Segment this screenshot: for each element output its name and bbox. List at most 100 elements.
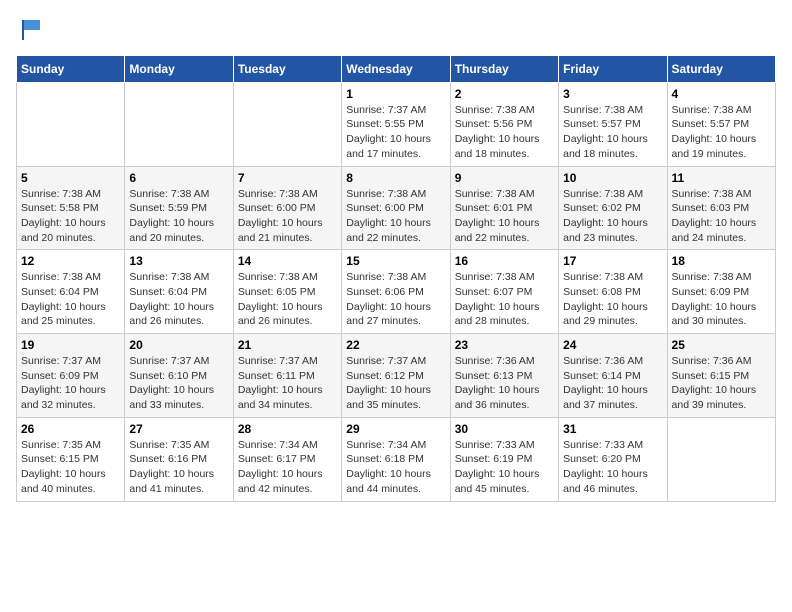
day-number: 7 <box>238 171 337 185</box>
day-number: 28 <box>238 422 337 436</box>
day-info: Sunrise: 7:38 AM Sunset: 5:57 PM Dayligh… <box>672 103 771 162</box>
calendar-cell: 22 Sunrise: 7:37 AM Sunset: 6:12 PM Dayli… <box>342 334 450 418</box>
weekday-header-tuesday: Tuesday <box>233 55 341 82</box>
calendar-cell: 16 Sunrise: 7:38 AM Sunset: 6:07 PM Dayli… <box>450 250 558 334</box>
calendar-cell: 18 Sunrise: 7:38 AM Sunset: 6:09 PM Dayli… <box>667 250 775 334</box>
day-number: 2 <box>455 87 554 101</box>
calendar-cell: 20 Sunrise: 7:37 AM Sunset: 6:10 PM Dayli… <box>125 334 233 418</box>
day-number: 22 <box>346 338 445 352</box>
day-number: 15 <box>346 254 445 268</box>
day-info: Sunrise: 7:38 AM Sunset: 5:57 PM Dayligh… <box>563 103 662 162</box>
day-number: 26 <box>21 422 120 436</box>
calendar-cell: 1 Sunrise: 7:37 AM Sunset: 5:55 PM Daylig… <box>342 82 450 166</box>
calendar-cell: 24 Sunrise: 7:36 AM Sunset: 6:14 PM Dayli… <box>559 334 667 418</box>
weekday-header-wednesday: Wednesday <box>342 55 450 82</box>
day-info: Sunrise: 7:36 AM Sunset: 6:15 PM Dayligh… <box>672 354 771 413</box>
weekday-header-thursday: Thursday <box>450 55 558 82</box>
day-info: Sunrise: 7:33 AM Sunset: 6:19 PM Dayligh… <box>455 438 554 497</box>
day-info: Sunrise: 7:36 AM Sunset: 6:14 PM Dayligh… <box>563 354 662 413</box>
day-info: Sunrise: 7:38 AM Sunset: 5:56 PM Dayligh… <box>455 103 554 162</box>
day-info: Sunrise: 7:34 AM Sunset: 6:17 PM Dayligh… <box>238 438 337 497</box>
calendar-cell: 9 Sunrise: 7:38 AM Sunset: 6:01 PM Daylig… <box>450 166 558 250</box>
day-number: 9 <box>455 171 554 185</box>
day-number: 24 <box>563 338 662 352</box>
day-info: Sunrise: 7:38 AM Sunset: 6:04 PM Dayligh… <box>21 270 120 329</box>
day-number: 30 <box>455 422 554 436</box>
logo-flag-icon <box>18 16 46 44</box>
calendar-cell: 25 Sunrise: 7:36 AM Sunset: 6:15 PM Dayli… <box>667 334 775 418</box>
day-info: Sunrise: 7:38 AM Sunset: 5:59 PM Dayligh… <box>129 187 228 246</box>
weekday-header-friday: Friday <box>559 55 667 82</box>
day-info: Sunrise: 7:37 AM Sunset: 6:09 PM Dayligh… <box>21 354 120 413</box>
day-info: Sunrise: 7:38 AM Sunset: 6:01 PM Dayligh… <box>455 187 554 246</box>
day-info: Sunrise: 7:38 AM Sunset: 6:07 PM Dayligh… <box>455 270 554 329</box>
day-number: 3 <box>563 87 662 101</box>
day-info: Sunrise: 7:38 AM Sunset: 5:58 PM Dayligh… <box>21 187 120 246</box>
calendar-cell <box>233 82 341 166</box>
day-number: 31 <box>563 422 662 436</box>
day-number: 23 <box>455 338 554 352</box>
day-number: 12 <box>21 254 120 268</box>
calendar-week-row: 12 Sunrise: 7:38 AM Sunset: 6:04 PM Dayli… <box>17 250 776 334</box>
day-number: 27 <box>129 422 228 436</box>
calendar-table: SundayMondayTuesdayWednesdayThursdayFrid… <box>16 55 776 502</box>
day-info: Sunrise: 7:37 AM Sunset: 6:12 PM Dayligh… <box>346 354 445 413</box>
calendar-cell: 2 Sunrise: 7:38 AM Sunset: 5:56 PM Daylig… <box>450 82 558 166</box>
calendar-cell: 14Sunrise: 7:38 AM Sunset: 6:05 PM Dayli… <box>233 250 341 334</box>
calendar-week-row: 26Sunrise: 7:35 AM Sunset: 6:15 PM Dayli… <box>17 417 776 501</box>
calendar-cell: 15Sunrise: 7:38 AM Sunset: 6:06 PM Dayli… <box>342 250 450 334</box>
calendar-cell: 12 Sunrise: 7:38 AM Sunset: 6:04 PM Dayli… <box>17 250 125 334</box>
logo <box>16 16 44 45</box>
day-info: Sunrise: 7:37 AM Sunset: 6:11 PM Dayligh… <box>238 354 337 413</box>
calendar-cell: 23 Sunrise: 7:36 AM Sunset: 6:13 PM Dayli… <box>450 334 558 418</box>
calendar-cell: 6 Sunrise: 7:38 AM Sunset: 5:59 PM Daylig… <box>125 166 233 250</box>
weekday-header-saturday: Saturday <box>667 55 775 82</box>
calendar-cell: 5Sunrise: 7:38 AM Sunset: 5:58 PM Daylig… <box>17 166 125 250</box>
day-number: 19 <box>21 338 120 352</box>
day-number: 20 <box>129 338 228 352</box>
day-info: Sunrise: 7:36 AM Sunset: 6:13 PM Dayligh… <box>455 354 554 413</box>
day-info: Sunrise: 7:38 AM Sunset: 6:00 PM Dayligh… <box>346 187 445 246</box>
day-info: Sunrise: 7:38 AM Sunset: 6:09 PM Dayligh… <box>672 270 771 329</box>
day-number: 25 <box>672 338 771 352</box>
day-number: 29 <box>346 422 445 436</box>
day-number: 11 <box>672 171 771 185</box>
calendar-cell: 11Sunrise: 7:38 AM Sunset: 6:03 PM Dayli… <box>667 166 775 250</box>
calendar-cell: 30 Sunrise: 7:33 AM Sunset: 6:19 PM Dayli… <box>450 417 558 501</box>
day-number: 17 <box>563 254 662 268</box>
day-info: Sunrise: 7:38 AM Sunset: 6:05 PM Dayligh… <box>238 270 337 329</box>
day-number: 13 <box>129 254 228 268</box>
day-number: 8 <box>346 171 445 185</box>
day-number: 16 <box>455 254 554 268</box>
page-header <box>16 16 776 45</box>
day-info: Sunrise: 7:38 AM Sunset: 6:00 PM Dayligh… <box>238 187 337 246</box>
calendar-cell <box>667 417 775 501</box>
calendar-week-row: 19 Sunrise: 7:37 AM Sunset: 6:09 PM Dayli… <box>17 334 776 418</box>
calendar-cell <box>17 82 125 166</box>
day-info: Sunrise: 7:38 AM Sunset: 6:04 PM Dayligh… <box>129 270 228 329</box>
calendar-week-row: 1 Sunrise: 7:37 AM Sunset: 5:55 PM Daylig… <box>17 82 776 166</box>
day-number: 6 <box>129 171 228 185</box>
day-number: 1 <box>346 87 445 101</box>
calendar-cell: 28 Sunrise: 7:34 AM Sunset: 6:17 PM Dayli… <box>233 417 341 501</box>
calendar-cell: 31 Sunrise: 7:33 AM Sunset: 6:20 PM Dayli… <box>559 417 667 501</box>
calendar-cell: 13 Sunrise: 7:38 AM Sunset: 6:04 PM Dayli… <box>125 250 233 334</box>
calendar-cell: 4Sunrise: 7:38 AM Sunset: 5:57 PM Daylig… <box>667 82 775 166</box>
day-info: Sunrise: 7:33 AM Sunset: 6:20 PM Dayligh… <box>563 438 662 497</box>
day-info: Sunrise: 7:37 AM Sunset: 6:10 PM Dayligh… <box>129 354 228 413</box>
calendar-cell: 3 Sunrise: 7:38 AM Sunset: 5:57 PM Daylig… <box>559 82 667 166</box>
calendar-cell: 7 Sunrise: 7:38 AM Sunset: 6:00 PM Daylig… <box>233 166 341 250</box>
day-info: Sunrise: 7:38 AM Sunset: 6:02 PM Dayligh… <box>563 187 662 246</box>
calendar-cell: 17Sunrise: 7:38 AM Sunset: 6:08 PM Dayli… <box>559 250 667 334</box>
calendar-cell: 29 Sunrise: 7:34 AM Sunset: 6:18 PM Dayli… <box>342 417 450 501</box>
day-number: 18 <box>672 254 771 268</box>
day-info: Sunrise: 7:37 AM Sunset: 5:55 PM Dayligh… <box>346 103 445 162</box>
weekday-header-row: SundayMondayTuesdayWednesdayThursdayFrid… <box>17 55 776 82</box>
calendar-cell: 21Sunrise: 7:37 AM Sunset: 6:11 PM Dayli… <box>233 334 341 418</box>
calendar-cell: 26Sunrise: 7:35 AM Sunset: 6:15 PM Dayli… <box>17 417 125 501</box>
calendar-cell: 8 Sunrise: 7:38 AM Sunset: 6:00 PM Daylig… <box>342 166 450 250</box>
calendar-cell: 27Sunrise: 7:35 AM Sunset: 6:16 PM Dayli… <box>125 417 233 501</box>
day-info: Sunrise: 7:34 AM Sunset: 6:18 PM Dayligh… <box>346 438 445 497</box>
weekday-header-sunday: Sunday <box>17 55 125 82</box>
calendar-cell <box>125 82 233 166</box>
